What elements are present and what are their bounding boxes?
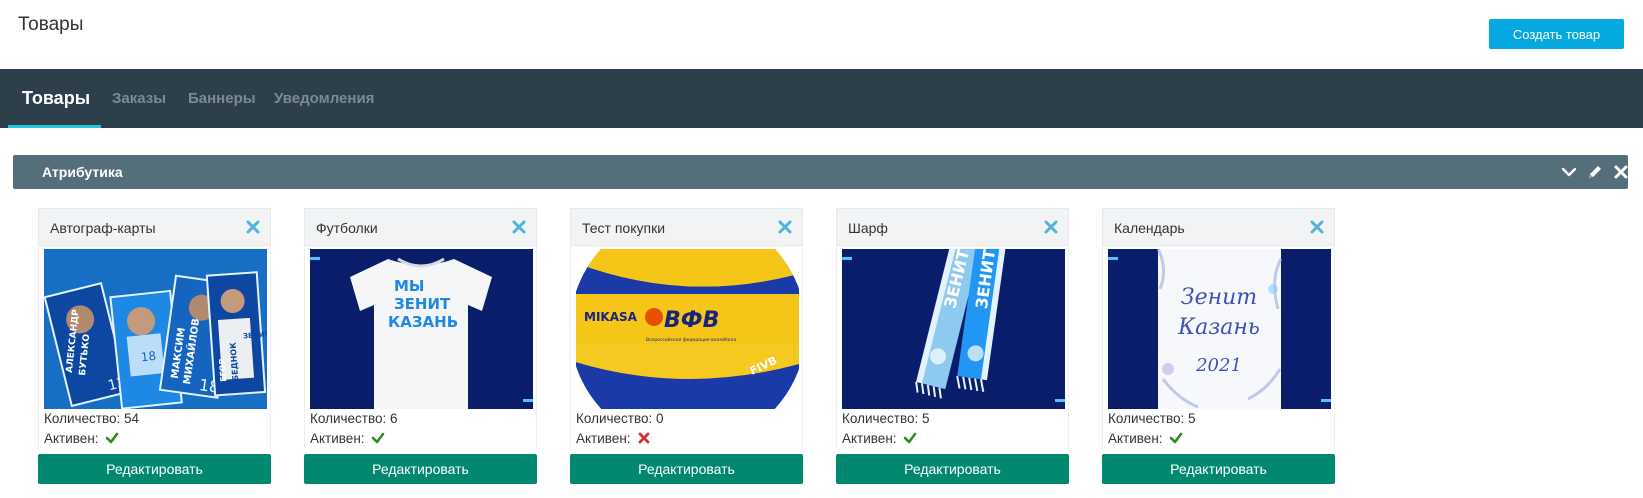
shirt-text-3: КАЗАНЬ [388, 313, 458, 331]
tab-notifications[interactable]: Уведомления [274, 69, 374, 128]
product-card: Шарф ЗЕНИТ ЗЕНИТ Количество: 5 Активен: … [836, 208, 1069, 487]
product-card-body: MIKASA ВФВ Всероссийская федерация волей… [570, 246, 803, 447]
product-card-body: АЛЕКСАНДР БУТЬКО 12 18 МАКСИМ МИХАЙЛОВ 1… [38, 246, 271, 447]
edit-button[interactable]: Редактировать [304, 454, 537, 484]
tabs-bar: Товары Заказы Баннеры Уведомления [0, 69, 1643, 128]
ball-subtitle: Всероссийская федерация волейбола [646, 336, 736, 343]
check-icon [1169, 431, 1183, 448]
product-card-body: МЫ ЗЕНИТ КАЗАНЬ Количество: 6 Активен: [304, 246, 537, 447]
edit-button[interactable]: Редактировать [38, 454, 271, 484]
pencil-icon[interactable] [1586, 163, 1604, 181]
product-quantity: Количество: 54 [44, 411, 140, 426]
product-active-status: Активен: [310, 431, 385, 448]
close-icon[interactable] [1612, 163, 1630, 181]
ball-brand: MIKASA [584, 310, 638, 324]
product-card-header: Автограф-карты [38, 208, 271, 246]
tab-orders[interactable]: Заказы [112, 69, 166, 128]
edit-button[interactable]: Редактировать [570, 454, 803, 484]
product-active-status: Активен: [1108, 431, 1183, 448]
page-title: Товары [18, 14, 84, 35]
shirt-text-1: МЫ [394, 277, 424, 295]
product-name: Шарф [848, 220, 888, 236]
active-label: Активен: [576, 431, 631, 446]
edit-button[interactable]: Редактировать [1102, 454, 1335, 484]
calendar-text-2: Казань [1177, 315, 1260, 340]
product-image[interactable]: МЫ ЗЕНИТ КАЗАНЬ [310, 249, 533, 409]
cross-icon [637, 431, 651, 448]
product-name: Автограф-карты [50, 220, 156, 236]
product-name: Тест покупки [582, 220, 666, 236]
active-label: Активен: [842, 431, 897, 446]
remove-icon[interactable] [1042, 218, 1060, 236]
active-label: Активен: [310, 431, 365, 446]
card-text-5: ЕГОР [218, 358, 229, 382]
product-card: Футболки МЫ ЗЕНИТ КАЗАНЬ Количество: 6 А… [304, 208, 537, 487]
product-active-status: Активен: [44, 431, 119, 448]
active-tab-indicator [8, 125, 101, 128]
remove-icon[interactable] [776, 218, 794, 236]
product-quantity: Количество: 6 [310, 411, 398, 426]
active-label: Активен: [1108, 431, 1163, 446]
product-card-header: Шарф [836, 208, 1069, 246]
calendar-year: 2021 [1195, 355, 1242, 376]
category-title: Атрибутика [42, 164, 123, 180]
product-active-status: Активен: [576, 431, 651, 448]
product-image[interactable]: MIKASA ВФВ Всероссийская федерация волей… [576, 249, 799, 409]
product-image[interactable]: ЗЕНИТ ЗЕНИТ [842, 249, 1065, 409]
check-icon [105, 431, 119, 448]
product-quantity: Количество: 5 [842, 411, 930, 426]
product-card-header: Футболки [304, 208, 537, 246]
product-card-header: Тест покупки [570, 208, 803, 246]
card-text-7: ЗЕНИТ [243, 330, 267, 340]
product-card: Календарь Зенит Казань 2021 Количество: … [1102, 208, 1335, 487]
tab-banners[interactable]: Баннеры [188, 69, 256, 128]
svg-text:18: 18 [140, 349, 157, 365]
shirt-text-2: ЗЕНИТ [394, 295, 451, 313]
chevron-down-icon[interactable] [1560, 163, 1578, 181]
product-image[interactable]: АЛЕКСАНДР БУТЬКО 12 18 МАКСИМ МИХАЙЛОВ 1… [44, 249, 267, 409]
edit-button[interactable]: Редактировать [836, 454, 1069, 484]
product-card-body: ЗЕНИТ ЗЕНИТ Количество: 5 Активен: [836, 246, 1069, 447]
product-name: Календарь [1114, 220, 1185, 236]
product-card-header: Календарь [1102, 208, 1335, 246]
check-icon [371, 431, 385, 448]
category-header[interactable]: Атрибутика [13, 155, 1628, 189]
product-quantity: Количество: 0 [576, 411, 664, 426]
product-card: Автограф-карты АЛЕКСАНДР БУТЬКО 12 18 МА… [38, 208, 271, 487]
product-image[interactable]: Зенит Казань 2021 [1108, 249, 1331, 409]
product-name: Футболки [316, 220, 378, 236]
product-card: Тест покупки MIKASA ВФВ Всероссийская фе… [570, 208, 803, 487]
active-label: Активен: [44, 431, 99, 446]
product-quantity: Количество: 5 [1108, 411, 1196, 426]
remove-icon[interactable] [1308, 218, 1326, 236]
page-header: Товары Создать товар [0, 0, 1643, 66]
remove-icon[interactable] [510, 218, 528, 236]
tab-products[interactable]: Товары [22, 69, 90, 128]
check-icon [903, 431, 917, 448]
ball-logo: ВФВ [664, 308, 719, 333]
create-product-button[interactable]: Создать товар [1489, 19, 1624, 49]
remove-icon[interactable] [244, 218, 262, 236]
calendar-text-1: Зенит [1181, 285, 1257, 310]
product-active-status: Активен: [842, 431, 917, 448]
product-card-body: Зенит Казань 2021 Количество: 5 Активен: [1102, 246, 1335, 447]
